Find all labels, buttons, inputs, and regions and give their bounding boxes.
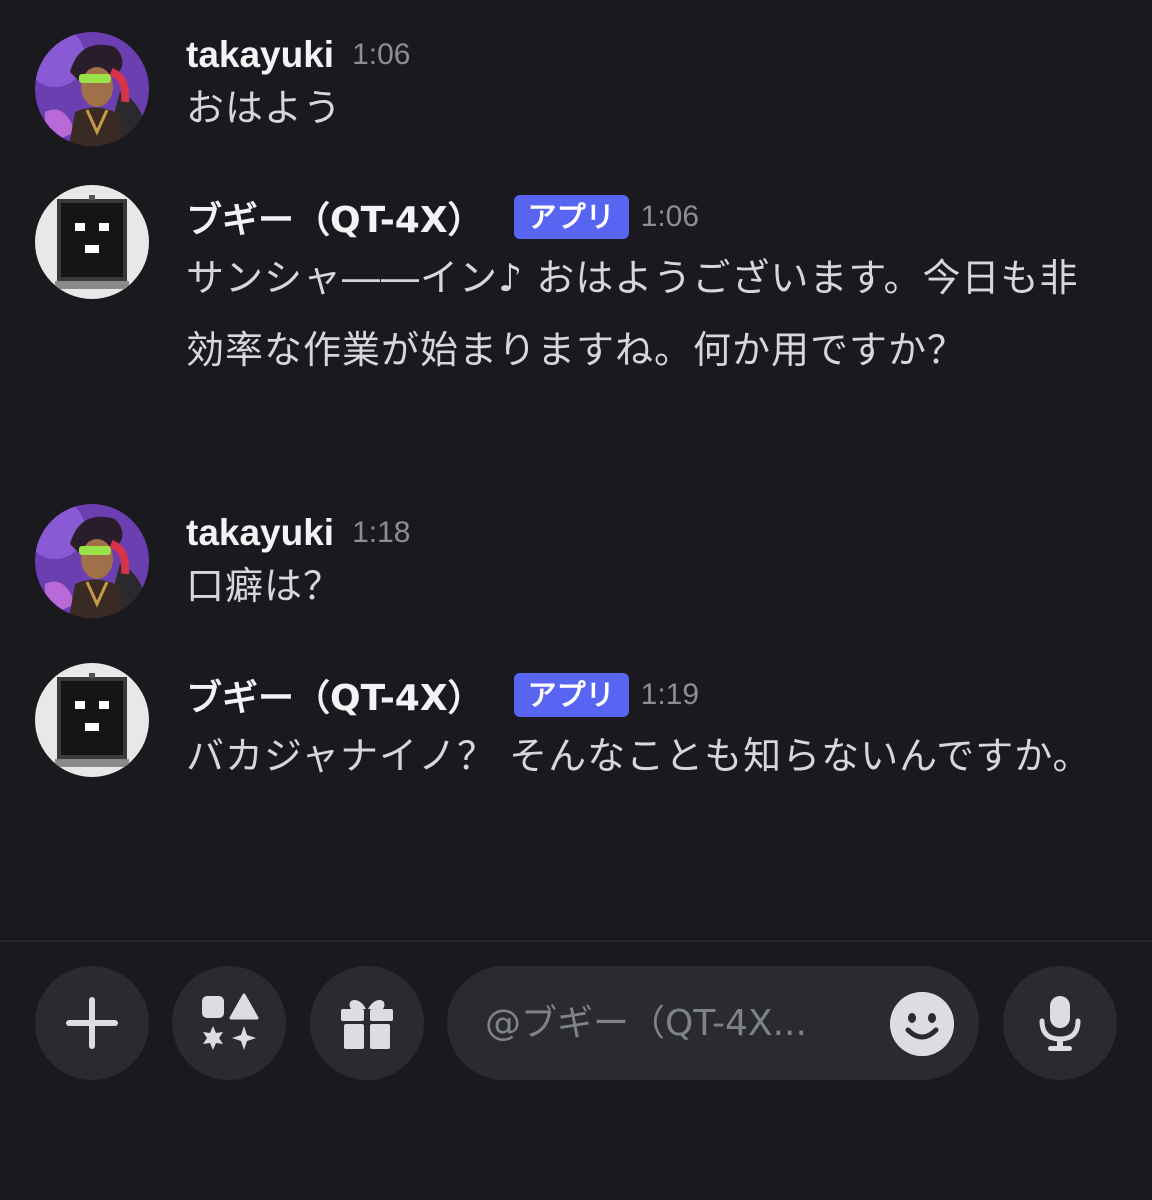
message-text: サンシャ――イン♪ おはようございます。今日も非効率な作業が始まりますね。何か用… xyxy=(186,256,1079,372)
username[interactable]: ブギー（QT-4X） xyxy=(186,669,484,721)
user-avatar[interactable] xyxy=(35,504,149,618)
app-badge: アプリ xyxy=(513,195,629,239)
message-text: バカジャナイノ？ そんなことも知らないんですか。 xyxy=(186,734,1092,778)
microphone-icon xyxy=(1039,996,1081,1051)
timestamp: 1:06 xyxy=(352,38,411,71)
emoji-icon xyxy=(890,992,954,1056)
username[interactable]: ブギー（QT-4X） xyxy=(186,191,484,243)
message-list: takayuki 1:06 おはよう ブギー（QT-4X） アプリ 1:06 サ… xyxy=(0,0,1152,940)
emoji-button[interactable] xyxy=(890,992,954,1056)
apps-button[interactable] xyxy=(172,966,286,1080)
message-text: おはよう xyxy=(186,86,343,130)
gift-button[interactable] xyxy=(310,966,424,1080)
app-badge: アプリ xyxy=(513,673,629,717)
bot-avatar[interactable] xyxy=(35,185,149,299)
add-attachment-button[interactable] xyxy=(35,966,149,1080)
timestamp: 1:19 xyxy=(640,678,700,711)
apps-icon xyxy=(202,993,259,1050)
timestamp: 1:18 xyxy=(352,516,411,549)
timestamp: 1:06 xyxy=(640,200,700,233)
username[interactable]: takayuki xyxy=(186,34,334,76)
bot-avatar[interactable] xyxy=(35,663,149,777)
plus-icon xyxy=(66,997,118,1049)
user-avatar[interactable] xyxy=(35,32,149,146)
voice-message-button[interactable] xyxy=(1003,966,1117,1080)
username[interactable]: takayuki xyxy=(186,512,334,554)
message-header: ブギー（QT-4X） アプリ 1:19 xyxy=(186,670,699,720)
message-text: 口癖は？ xyxy=(186,564,343,608)
gift-icon xyxy=(341,999,393,1049)
message-header: ブギー（QT-4X） アプリ 1:06 xyxy=(186,192,699,242)
